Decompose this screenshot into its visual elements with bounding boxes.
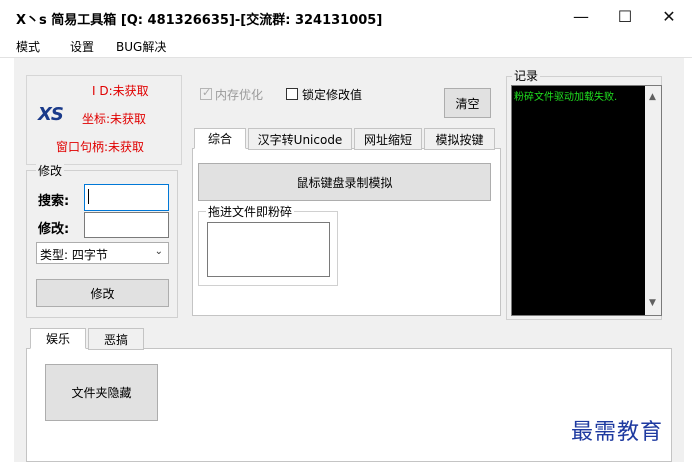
modify-label: 修改:	[38, 222, 70, 237]
type-select[interactable]: 类型: 四字节 ⌄	[36, 242, 169, 264]
memory-opt-label: 内存优化	[215, 88, 264, 102]
window-title: X丶s 简易工具箱 [Q: 481326635]-[交流群: 324131005…	[16, 13, 383, 28]
log-line: 粉碎文件驱动加载失败.	[514, 92, 618, 103]
close-button[interactable]: ✕	[646, 0, 692, 32]
scroll-down-icon[interactable]: ▼	[649, 298, 656, 308]
chevron-down-icon: ⌄	[154, 246, 163, 257]
tab-url-shortener[interactable]: 网址缩短	[354, 128, 422, 150]
record-simulation-button[interactable]: 鼠标键盘录制模拟	[198, 163, 491, 201]
modify-input[interactable]	[84, 212, 169, 238]
lock-value-checkbox[interactable]	[286, 88, 298, 100]
memory-opt-checkbox[interactable]: ✓	[200, 86, 212, 100]
minimize-button[interactable]: —	[558, 0, 604, 32]
window-handle-status: 窗口句柄:未获取	[56, 140, 145, 154]
watermark-text: 最需教育	[571, 420, 664, 445]
menu-bug-fix[interactable]: BUG解决	[116, 38, 166, 55]
shred-group-title: 拖进文件即粉碎	[206, 203, 295, 220]
shred-drop-area[interactable]	[207, 222, 330, 277]
log-output[interactable]: 粉碎文件驱动加载失败. ▲ ▼	[511, 85, 662, 316]
search-input[interactable]	[84, 184, 169, 211]
title-bar: X丶s 简易工具箱 [Q: 481326635]-[交流群: 324131005…	[0, 0, 692, 34]
maximize-button[interactable]: ☐	[602, 0, 648, 32]
search-label: 搜索:	[38, 194, 70, 209]
modify-button[interactable]: 修改	[36, 279, 169, 307]
tab-unicode[interactable]: 汉字转Unicode	[248, 128, 352, 150]
tab-general[interactable]: 综合	[194, 128, 246, 149]
log-scrollbar[interactable]: ▲ ▼	[645, 86, 661, 315]
hide-folder-button[interactable]: 文件夹隐藏	[45, 364, 158, 421]
log-title: 记录	[512, 67, 541, 84]
modify-group-title: 修改	[36, 162, 65, 179]
id-status: I D:未获取	[92, 84, 149, 98]
xs-logo: XS	[38, 104, 64, 125]
type-select-value: 类型: 四字节	[40, 248, 108, 262]
tab-key-simulation[interactable]: 模拟按键	[424, 128, 495, 150]
menu-bar: 模式 设置 BUG解决	[0, 34, 692, 58]
menu-mode[interactable]: 模式	[16, 38, 40, 55]
menu-settings[interactable]: 设置	[70, 38, 94, 55]
tab-prank[interactable]: 恶搞	[88, 328, 144, 350]
tab-fun[interactable]: 娱乐	[30, 328, 86, 349]
scroll-up-icon[interactable]: ▲	[649, 92, 656, 102]
clear-button[interactable]: 清空	[444, 88, 491, 118]
text-caret	[88, 189, 89, 204]
coords-status: 坐标:未获取	[82, 112, 147, 126]
lock-value-label: 锁定修改值	[302, 88, 363, 102]
check-icon: ✓	[202, 86, 212, 99]
